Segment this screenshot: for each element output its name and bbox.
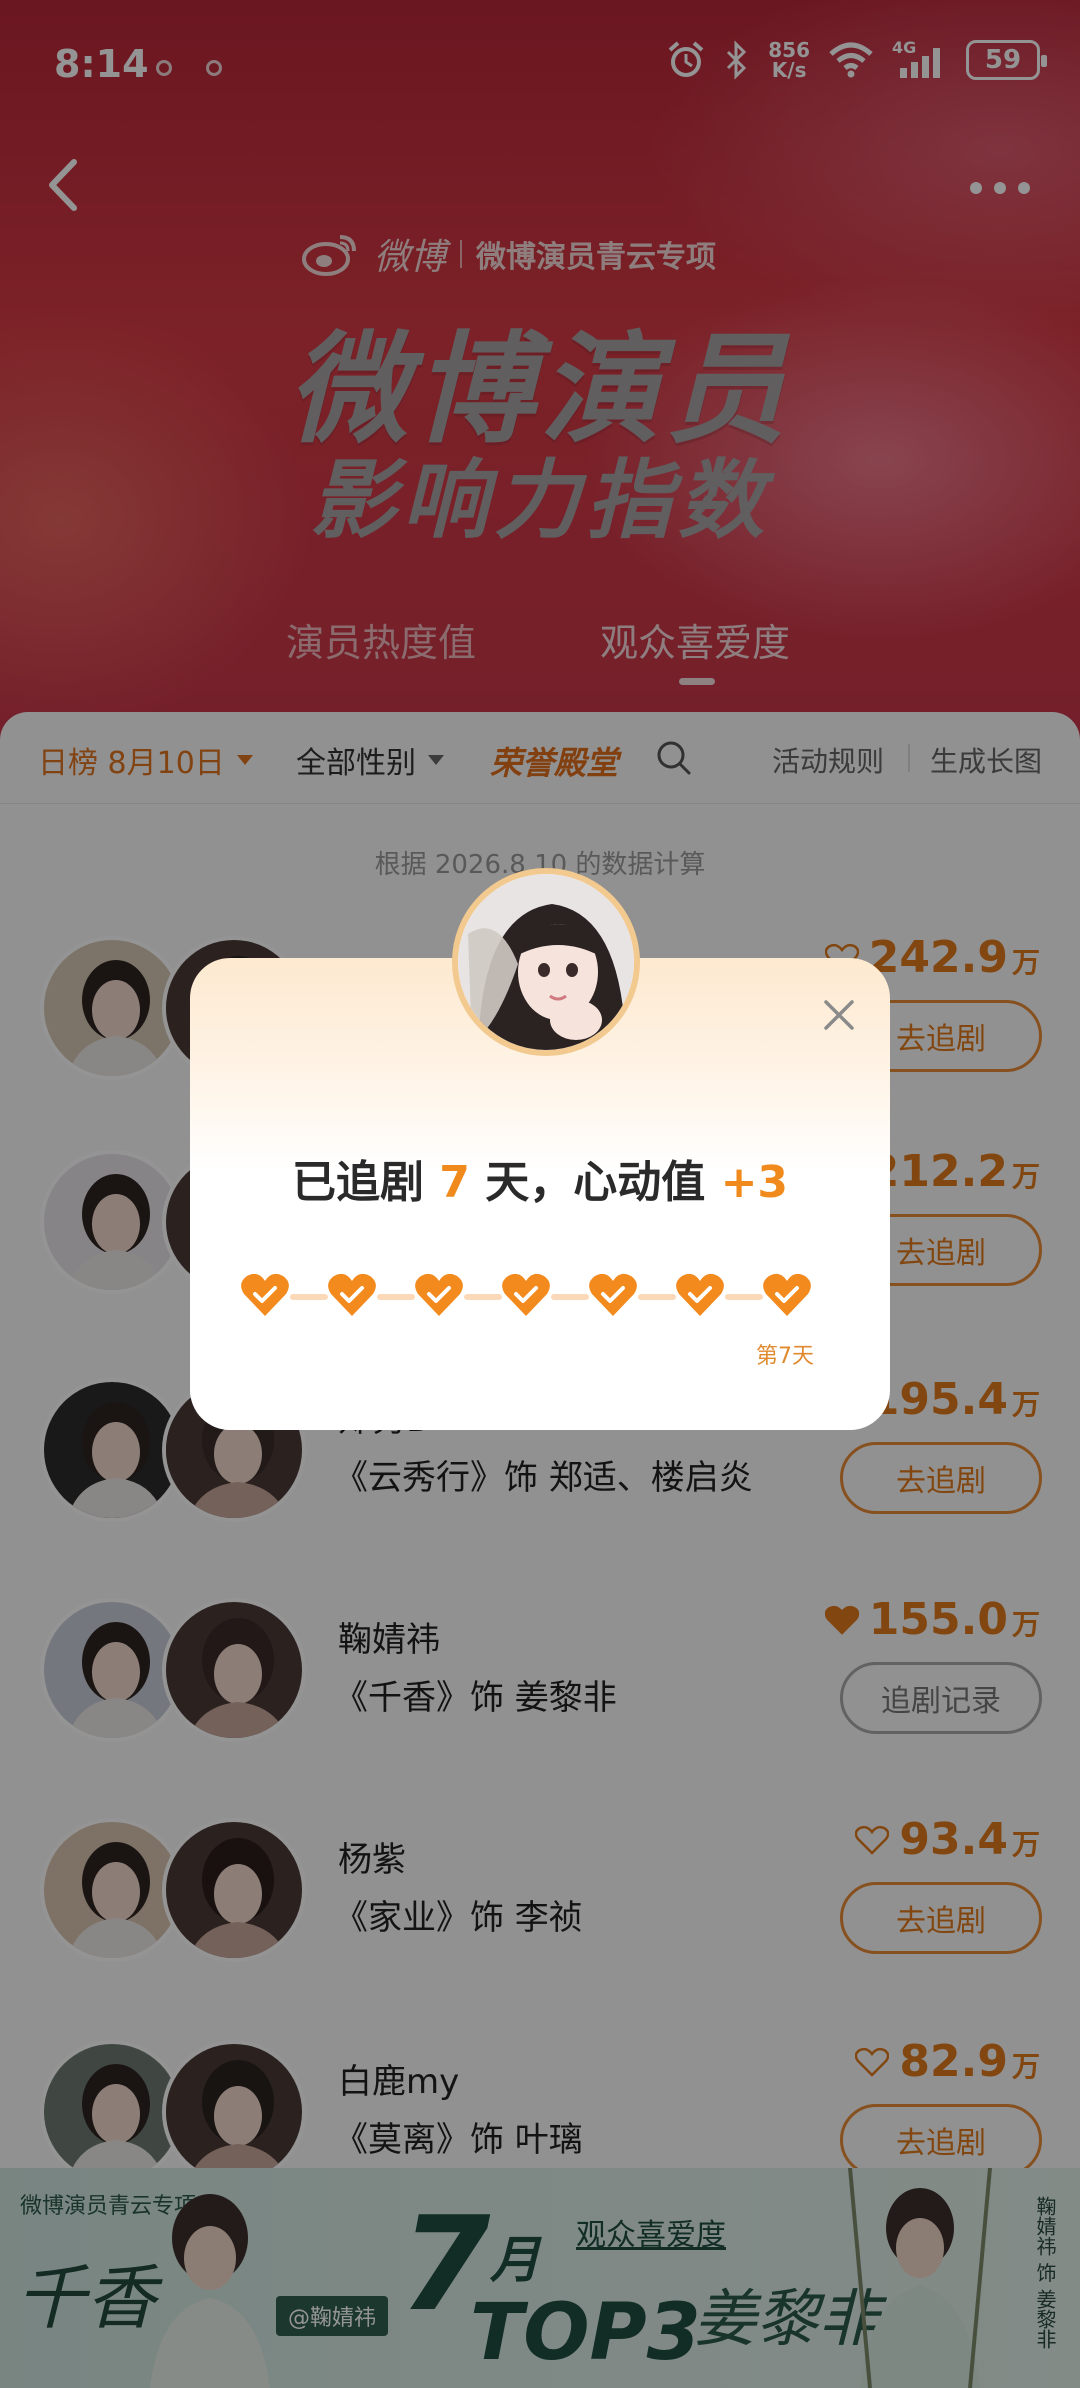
streak-connector: [551, 1294, 589, 1300]
streak-connector: [464, 1294, 502, 1300]
checked-heart-icon: [589, 1273, 637, 1316]
popup-msg-prefix: 已追剧: [291, 1157, 424, 1208]
streak-hearts: [240, 1272, 820, 1324]
checked-heart-icon: [328, 1273, 376, 1316]
popup-bonus: +3: [720, 1157, 789, 1208]
popup-avatar: [452, 868, 640, 1056]
popup-msg-mid: 天，心动值: [485, 1157, 706, 1208]
checked-heart-icon: [676, 1273, 724, 1316]
close-icon[interactable]: [820, 996, 858, 1034]
checked-heart-icon: [502, 1273, 550, 1316]
streak-connector: [290, 1294, 328, 1300]
day-label: 第7天: [756, 1344, 814, 1369]
checked-heart-icon: [415, 1273, 463, 1316]
checked-heart-icon: [241, 1273, 289, 1316]
checked-heart-icon: [763, 1273, 811, 1316]
streak-connector: [725, 1294, 763, 1300]
streak-connector: [638, 1294, 676, 1300]
streak-connector: [377, 1294, 415, 1300]
popup-days: 7: [439, 1157, 470, 1208]
popup-message: 已追剧 7 天，心动值 +3: [190, 1146, 890, 1210]
